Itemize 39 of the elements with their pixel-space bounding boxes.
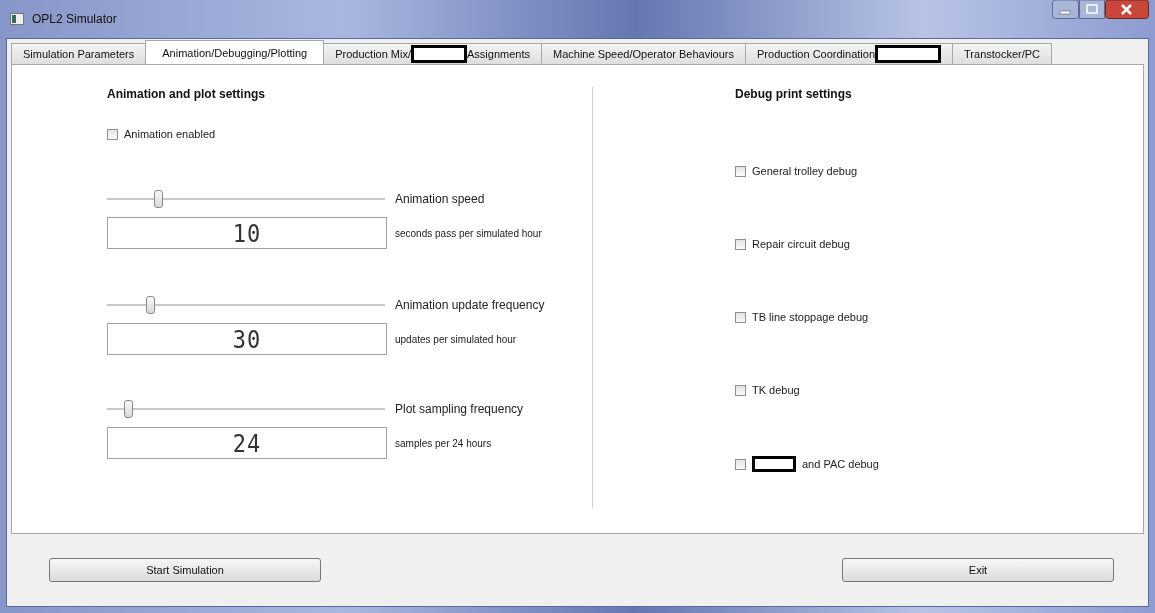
unit-label: updates per simulated hour (395, 333, 517, 345)
checkbox[interactable] (735, 384, 746, 396)
slider-thumb[interactable] (154, 190, 164, 208)
close-icon[interactable] (1105, 0, 1149, 19)
slider-thumb[interactable] (145, 296, 155, 314)
slider-label: Animation update frequency (395, 298, 545, 312)
unit-label: samples per 24 hours (395, 437, 492, 449)
button[interactable]: Start Simulation (49, 558, 321, 582)
lcd-number-field: 24 (107, 427, 387, 459)
tab[interactable]: Animation/Debugging/Plotting (145, 40, 325, 64)
section-heading: Debug print settings (735, 87, 853, 101)
checkbox[interactable] (735, 311, 746, 323)
checkbox-label[interactable]: Animation enabled (124, 128, 216, 140)
checkbox[interactable] (735, 458, 746, 470)
checkbox-label[interactable]: TB line stoppage debug (752, 311, 869, 323)
checkbox-label[interactable]: Repair circuit debug (752, 238, 850, 250)
checkbox-label[interactable]: General trolley debug (752, 165, 858, 177)
unit-label: seconds pass per simulated hour (395, 227, 542, 239)
tab[interactable]: Production Mix/ Assignments (323, 43, 542, 64)
window-title: OPL2 Simulator (32, 12, 118, 26)
lcd-number-field: 30 (107, 323, 387, 355)
checkbox[interactable] (735, 165, 746, 177)
tab[interactable]: Machine Speed/Operator Behaviours (541, 43, 746, 64)
tab[interactable]: Production Coordination (745, 43, 954, 64)
button[interactable]: Exit (842, 558, 1114, 582)
lcd-number-field: 10 (107, 217, 387, 249)
checkbox-label[interactable]: TK debug (752, 384, 800, 396)
minimize-icon[interactable] (1052, 0, 1079, 19)
section-heading: Animation and plot settings (107, 87, 266, 101)
checkbox-label[interactable]: and PAC debug (802, 458, 879, 470)
app-icon (10, 13, 24, 25)
slider-thumb[interactable] (123, 400, 133, 418)
tab[interactable]: Simulation Parameters (11, 43, 147, 64)
checkbox[interactable] (735, 238, 746, 250)
slider-label: Animation speed (395, 192, 485, 206)
tab[interactable]: Transtocker/PC (952, 43, 1053, 64)
slider-label: Plot sampling frequency (395, 402, 524, 416)
maximize-icon[interactable] (1079, 0, 1105, 19)
checkbox[interactable] (107, 128, 118, 140)
